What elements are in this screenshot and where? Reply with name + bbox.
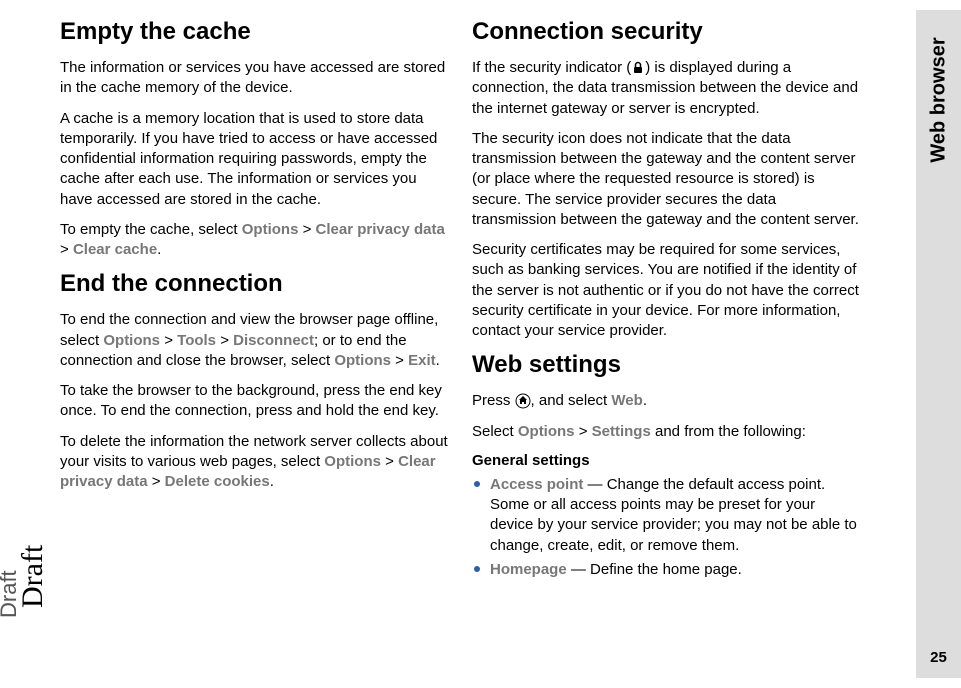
- paragraph: A cache is a memory location that is use…: [60, 109, 448, 210]
- page-number: 25: [916, 649, 961, 666]
- heading-empty-cache: Empty the cache: [60, 18, 448, 46]
- list-item: Homepage — Define the home page.: [472, 560, 860, 580]
- paragraph: Select Options > Settings and from the f…: [472, 422, 860, 442]
- paragraph: The information or services you have acc…: [60, 58, 448, 99]
- paragraph: To empty the cache, select Options > Cle…: [60, 220, 448, 261]
- paragraph: To take the browser to the background, p…: [60, 381, 448, 422]
- menu-path-clear-cache: Clear cache: [73, 241, 157, 258]
- right-column: Connection security If the security indi…: [460, 10, 860, 678]
- paragraph: Security certificates may be required fo…: [472, 240, 860, 341]
- heading-web-settings: Web settings: [472, 351, 860, 379]
- paragraph: The security icon does not indicate that…: [472, 129, 860, 230]
- home-key-icon: [515, 391, 531, 411]
- paragraph: Press , and select Web.: [472, 391, 860, 411]
- paragraph: If the security indicator () is displaye…: [472, 58, 860, 119]
- heading-end-connection: End the connection: [60, 270, 448, 298]
- draft-watermark-inner: Draft: [16, 545, 50, 608]
- paragraph: To delete the information the network se…: [60, 432, 448, 493]
- list-item: Access point — Change the default access…: [472, 475, 860, 556]
- menu-path-options: Options: [242, 221, 299, 238]
- heading-connection-security: Connection security: [472, 18, 860, 46]
- subheading-general-settings: General settings: [472, 452, 860, 469]
- section-label: Web browser: [927, 37, 950, 162]
- lock-icon: [631, 58, 645, 78]
- menu-path-clear-privacy: Clear privacy data: [316, 221, 445, 238]
- left-column: Empty the cache The information or servi…: [60, 10, 460, 678]
- settings-list: Access point — Change the default access…: [472, 475, 860, 580]
- paragraph: To end the connection and view the brows…: [60, 310, 448, 371]
- side-tab: Web browser 25: [916, 10, 961, 678]
